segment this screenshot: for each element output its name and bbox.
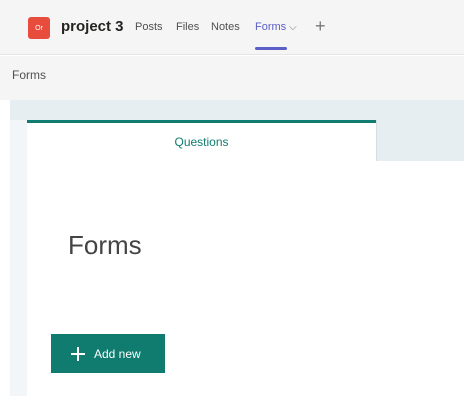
- add-new-label: Add new: [94, 346, 141, 361]
- active-tab-indicator: [255, 47, 287, 50]
- forms-heading: Forms: [68, 230, 142, 260]
- plus-icon: [71, 346, 85, 361]
- tab-forms[interactable]: Forms ⌵: [255, 21, 297, 33]
- page-subtitle: Forms: [12, 68, 46, 82]
- left-margin-strip: [10, 120, 27, 396]
- team-avatar[interactable]: Or: [28, 17, 50, 39]
- tab-responses-placeholder[interactable]: [376, 120, 464, 161]
- team-name: project 3: [61, 18, 124, 35]
- add-tab-icon[interactable]: +: [315, 16, 326, 37]
- chevron-down-icon[interactable]: ⌵: [289, 22, 297, 33]
- tab-forms-label: Forms: [255, 21, 287, 33]
- tab-notes[interactable]: Notes: [211, 21, 240, 33]
- forms-top-band: [10, 100, 464, 120]
- sub-header: [0, 56, 464, 100]
- tab-posts[interactable]: Posts: [135, 21, 163, 33]
- top-bar: Or project 3 Posts Files Notes Forms ⌵ +: [0, 0, 464, 55]
- tab-questions[interactable]: Questions: [27, 120, 376, 161]
- add-new-button[interactable]: Add new: [51, 334, 165, 373]
- tab-files[interactable]: Files: [176, 21, 199, 33]
